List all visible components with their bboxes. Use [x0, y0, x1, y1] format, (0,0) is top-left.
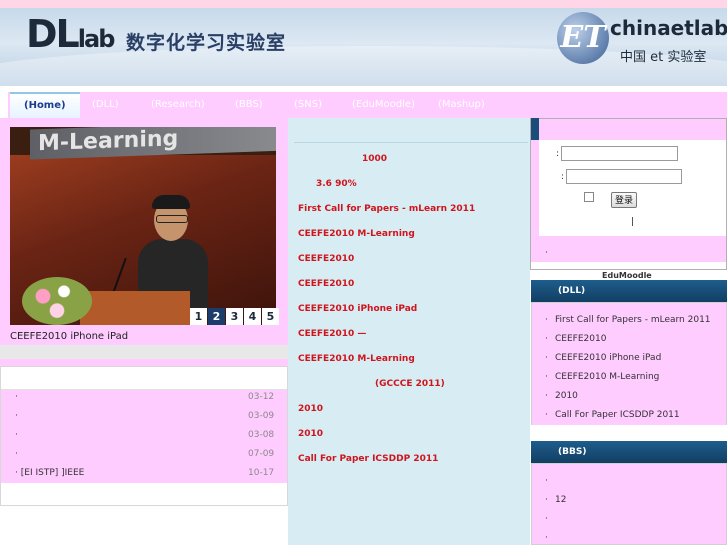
bbs-bullet: ·: [545, 514, 548, 524]
news-bullet: ·: [15, 392, 18, 402]
slideshow-image[interactable]: M-Learning: [10, 127, 276, 325]
bbs-panel-title[interactable]: (BBS): [531, 441, 727, 463]
bbs-item[interactable]: 12: [555, 495, 566, 505]
news-bullet: ·: [15, 430, 18, 440]
bbs-bullet: ·: [545, 476, 548, 486]
news-date: 10-17: [248, 468, 275, 478]
news-item[interactable]: ·: [15, 449, 18, 459]
dll-panel-footer: [531, 425, 727, 433]
news-date: 07-09: [248, 449, 275, 459]
news-title: [EI ISTP] ]IEEE: [20, 468, 85, 478]
dll-bullet: ·: [545, 391, 548, 401]
dll-bullet: ·: [545, 353, 548, 363]
dll-bullet: ·: [545, 334, 548, 344]
slide-page-2[interactable]: 2: [208, 308, 225, 325]
logo-dl-text: DL: [26, 12, 80, 56]
news-item[interactable]: ·: [15, 392, 18, 402]
middle-item[interactable]: 2010: [298, 404, 323, 414]
middle-item[interactable]: (GCCCE 2011): [375, 379, 445, 389]
podium: [80, 291, 190, 325]
slide-pager: 1 2 3 4 5: [189, 308, 279, 325]
username-input[interactable]: [561, 146, 678, 161]
remember-checkbox[interactable]: [584, 192, 594, 202]
news-item[interactable]: ·: [15, 430, 18, 440]
username-label: :: [556, 149, 560, 159]
nav-home[interactable]: (Home): [10, 92, 80, 118]
password-input[interactable]: [566, 169, 682, 184]
news-bullet: ·: [15, 449, 18, 459]
news-bullet: ·: [15, 468, 18, 478]
dll-item[interactable]: Call For Paper ICSDDP 2011: [555, 410, 680, 420]
slide-page-4[interactable]: 4: [244, 308, 261, 325]
nav-research[interactable]: (Research): [151, 92, 205, 118]
news-date: 03-12: [248, 392, 275, 402]
slide-page-1[interactable]: 1: [190, 308, 207, 325]
nav-edumoodle[interactable]: (EduMoodle): [352, 92, 415, 118]
site-name: 数字化学习实验室: [126, 32, 287, 54]
top-strip: [0, 0, 727, 8]
slide-caption[interactable]: CEEFE2010 iPhone iPad: [10, 331, 128, 342]
middle-item[interactable]: CEEFE2010 iPhone iPad: [298, 304, 417, 314]
login-bullet: ·: [545, 248, 548, 258]
dll-bullet: ·: [545, 315, 548, 325]
news-item[interactable]: · [EI ISTP] ]IEEE: [15, 468, 84, 478]
middle-item[interactable]: CEEFE2010: [298, 279, 354, 289]
dll-item[interactable]: CEEFE2010 M-Learning: [555, 372, 659, 382]
dll-item[interactable]: CEEFE2010: [555, 334, 606, 344]
et-logo-icon[interactable]: ET: [557, 12, 609, 64]
news-item[interactable]: ·: [15, 411, 18, 421]
edumoodle-label[interactable]: EduMoodle: [602, 271, 652, 280]
partner-name: chinaetlab: [610, 16, 727, 40]
middle-header: [294, 118, 528, 143]
dll-item[interactable]: First Call for Papers - mLearn 2011: [555, 315, 711, 325]
dl-lab-logo[interactable]: DLlab: [26, 12, 116, 56]
middle-item[interactable]: CEEFE2010 M-Learning: [298, 229, 415, 239]
middle-item[interactable]: CEEFE2010 —: [298, 329, 366, 339]
news-footer: [1, 483, 287, 505]
middle-item[interactable]: 2010: [298, 429, 323, 439]
password-label: :: [561, 172, 565, 182]
nav-bbs[interactable]: (BBS): [235, 92, 263, 118]
login-button[interactable]: 登录: [611, 192, 637, 208]
nav-dll[interactable]: (DLL): [92, 92, 119, 118]
speaker-glasses: [156, 215, 188, 223]
slide-page-3[interactable]: 3: [226, 308, 243, 325]
bbs-bullet: ·: [545, 533, 548, 543]
dll-panel-title[interactable]: (DLL): [531, 280, 727, 302]
logo-lab-text: lab: [77, 25, 116, 53]
slide-page-5[interactable]: 5: [262, 308, 279, 325]
flowers: [22, 277, 92, 325]
slide-base: [0, 345, 288, 359]
dll-item[interactable]: 2010: [555, 391, 578, 401]
middle-item[interactable]: Call For Paper ICSDDP 2011: [298, 454, 438, 464]
middle-item[interactable]: 3.6 90%: [316, 179, 357, 189]
middle-item[interactable]: 1000: [362, 154, 387, 164]
news-date: 03-09: [248, 411, 275, 421]
login-header-accent: [531, 118, 539, 140]
news-bullet: ·: [15, 411, 18, 421]
middle-item[interactable]: First Call for Papers - mLearn 2011: [298, 204, 475, 214]
middle-item[interactable]: CEEFE2010: [298, 254, 354, 264]
news-header: [1, 367, 287, 390]
speaker-hair: [152, 195, 190, 209]
partner-subtitle: 中国 et 实验室: [620, 50, 707, 65]
login-footer: [531, 262, 726, 269]
dll-bullet: ·: [545, 410, 548, 420]
nav-sns[interactable]: (SNS): [294, 92, 322, 118]
login-separator: [632, 217, 633, 226]
nav-mashup[interactable]: (Mashup): [438, 92, 485, 118]
dll-item[interactable]: CEEFE2010 iPhone iPad: [555, 353, 661, 363]
news-date: 03-08: [248, 430, 275, 440]
middle-item[interactable]: CEEFE2010 M-Learning: [298, 354, 415, 364]
bbs-bullet: ·: [545, 495, 548, 505]
dll-bullet: ·: [545, 372, 548, 382]
